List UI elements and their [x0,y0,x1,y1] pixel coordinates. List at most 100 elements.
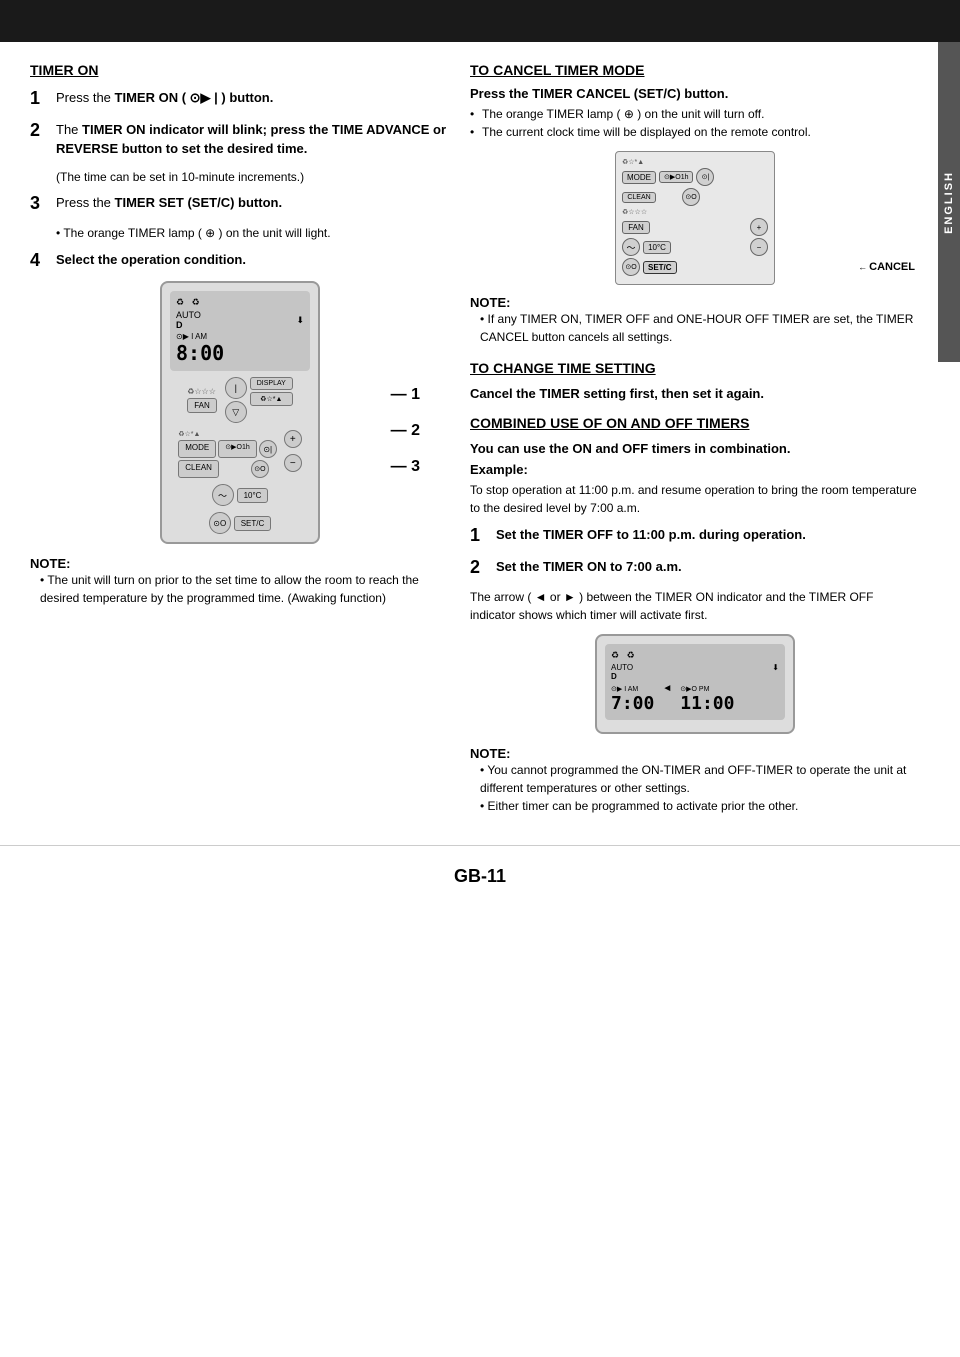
bullet-2: The current clock time will be displayed… [470,123,920,141]
combined-on-section: ⊙▶ I AM 7:00 [611,685,654,714]
combined-auto-row: AUTOD ⬇ [611,663,779,681]
step-2-text: The TIMER ON indicator will blink; press… [56,120,450,159]
setc-btn[interactable]: SET/C [234,516,272,531]
cancel-wave-btn[interactable]: 〜 [622,238,640,256]
step-3-sub: • The orange TIMER lamp ( ⊕ ) on the uni… [56,225,450,242]
left-note: NOTE: • The unit will turn on prior to t… [30,556,450,607]
combined-step-1: 1 Set the TIMER OFF to 11:00 p.m. during… [470,525,920,547]
combined-step-1-num: 1 [470,525,488,547]
wave-btn[interactable]: 〜 [212,484,234,506]
right-column: TO CANCEL TIMER MODE Press the TIMER CAN… [470,62,920,815]
combined-auto: AUTOD [611,663,633,681]
cancel-clean-btn[interactable]: CLEAN [622,192,656,203]
step-3-text: Press the TIMER SET (SET/C) button. [56,193,282,213]
cancel-timer1h-btn[interactable]: ⊙▶O1h [659,171,693,183]
timer-on-btn[interactable]: ⊙| [259,440,277,458]
step-3-num: 3 [30,193,48,215]
cancel-title: TO CANCEL TIMER MODE [470,62,920,78]
cancel-circle-btn[interactable]: ⊙O [622,258,640,276]
combined-title: COMBINED USE OF ON AND OFF TIMERS [470,415,920,431]
step-4-num: 4 [30,250,48,272]
combined-off-time: 11:00 [680,693,734,714]
arrow-down: ⬇ [296,315,304,326]
step-4-text: Select the operation condition. [56,250,246,270]
display-btn[interactable]: DISPLAY [250,377,293,390]
time-label: ⊙▶ I AM [176,332,304,341]
combined-step-1-text: Set the TIMER OFF to 11:00 p.m. during o… [496,525,806,545]
step-4: 4 Select the operation condition. [30,250,450,272]
cancel-remote-row3: CLEAN ⊙O [622,188,768,206]
step-2-num: 2 [30,120,48,142]
combined-am-label: ⊙▶ I AM [611,685,654,693]
plus-btn[interactable]: + [284,430,302,448]
remote-illustration: ♻ ♻ AUTOD ⬇ ⊙▶ I AM 8:00 ♻☆☆☆ FAN [50,281,430,544]
cancel-timer-on-btn[interactable]: ⊙| [696,168,714,186]
cancel-remote-row4: ♻☆☆☆ [622,208,768,216]
combined-step-2-num: 2 [470,557,488,579]
step-label-2: — 2 [391,422,420,440]
arrow-text: The arrow ( ◄ or ► ) between the TIMER O… [470,588,920,624]
cancel-minus-btn[interactable]: − [750,238,768,256]
mode-btn[interactable]: MODE [178,440,216,458]
cancel-plus-btn[interactable]: + [750,218,768,236]
cancel-fan-icons: ♻☆☆☆ [622,208,647,216]
on-circle[interactable]: | [225,377,247,399]
cancel-timer-oo-btn[interactable]: ⊙O [682,188,700,206]
combined-section: COMBINED USE OF ON AND OFF TIMERS You ca… [470,415,920,815]
example-text: To stop operation at 11:00 p.m. and resu… [470,481,920,517]
remote-buttons: ♻☆☆☆ FAN | ▽ DISPLAY ♻☆*▲ [170,377,310,534]
change-section: TO CHANGE TIME SETTING Cancel the TIMER … [470,360,920,401]
timer1h-btn[interactable]: ⊙▶O1h [218,440,256,458]
cancel-remote-container: ♻☆*▲ MODE ⊙▶O1h ⊙| CLEAN ⊙O ♻☆☆☆ FAN [470,151,920,285]
cancel-arrow-label: ← CANCEL [858,261,915,273]
note-title: NOTE: [30,556,450,571]
top-bar [0,0,960,42]
press-label: Press the TIMER CANCEL (SET/C) button. [470,86,920,101]
circle-btn[interactable]: ⊙O [209,512,231,534]
display-circle[interactable]: ▽ [225,401,247,423]
cancel-mode-btn[interactable]: MODE [622,171,656,184]
minus-btn[interactable]: − [284,454,302,472]
combined-step-2: 2 Set the TIMER ON to 7:00 a.m. [470,557,920,579]
step-label-1: — 1 [391,386,420,404]
combined-remote: ♻ ♻ AUTOD ⬇ ⊙▶ I AM 7:00 ◄ [595,634,795,734]
clean-btn[interactable]: CLEAN [178,460,219,478]
setc-row: ⊙O SET/C [209,512,272,534]
bottom-btn-area: ♻☆*▲ MODE ⊙▶O1h ⊙| CLEAN ⊙O [178,430,301,478]
combined-icons: ♻ ♻ [611,650,779,661]
combined-note-title: NOTE: [470,746,920,761]
bullet-1: The orange TIMER lamp ( ⊕ ) on the unit … [470,105,920,123]
page-footer: GB-11 [0,845,960,907]
combined-note-bullets: • You cannot programmed the ON-TIMER and… [480,761,920,815]
timer-on-title: TIMER ON [30,62,450,78]
timer-oo-btn[interactable]: ⊙O [251,460,269,478]
cancel-remote: ♻☆*▲ MODE ⊙▶O1h ⊙| CLEAN ⊙O ♻☆☆☆ FAN [615,151,775,285]
combined-arrow: ◄ [662,683,672,694]
step-3: 3 Press the TIMER SET (SET/C) button. [30,193,450,215]
combined-times: ⊙▶ I AM 7:00 ◄ ⊙▶O PM 11:00 [611,683,779,714]
combined-note-bullet-1: • You cannot programmed the ON-TIMER and… [480,761,920,797]
combined-pm-label: ⊙▶O PM [680,685,734,693]
cancel-temp-btn[interactable]: 10°C [643,241,671,254]
cancel-fan-btn[interactable]: FAN [622,221,650,234]
auto-label: AUTOD [176,310,201,330]
remote-auto-row: AUTOD ⬇ [176,310,304,330]
combined-intro: You can use the ON and OFF timers in com… [470,441,920,456]
cancel-mode-icons: ♻☆*▲ [622,158,644,166]
cancel-setc-btn[interactable]: SET/C [643,261,677,274]
fan-btn[interactable]: FAN [187,398,217,413]
page-number: GB-11 [454,866,506,886]
cancel-remote-row7: ⊙O SET/C [622,258,768,276]
combined-note-bullet-2: • Either timer can be programmed to acti… [480,797,920,815]
main-content: TIMER ON 1 Press the TIMER ON ( ⊙▶ | ) b… [0,42,960,835]
temp-btn[interactable]: 10°C [237,488,269,503]
step-labels: — 1 — 2 — 3 [391,386,420,476]
mode-icons-small: ♻☆*▲ [178,430,200,438]
combined-display: ♻ ♻ AUTOD ⬇ ⊙▶ I AM 7:00 ◄ [605,644,785,720]
step-2-sub: (The time can be set in 10-minute increm… [56,169,450,186]
cancel-note-text: • If any TIMER ON, TIMER OFF and ONE-HOU… [480,310,920,346]
cancel-remote-row1: ♻☆*▲ [622,158,768,166]
cancel-remote-row2: MODE ⊙▶O1h ⊙| [622,168,768,186]
step-1-text: Press the TIMER ON ( ⊙▶ | ) button. [56,88,273,108]
step-2: 2 The TIMER ON indicator will blink; pre… [30,120,450,159]
